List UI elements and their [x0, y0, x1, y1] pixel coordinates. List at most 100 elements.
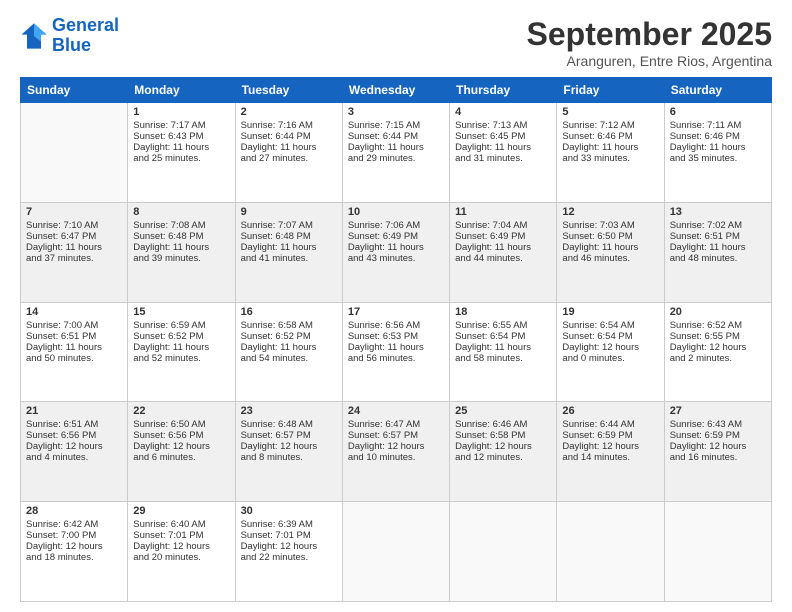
day-number-3-2: 23	[241, 405, 337, 417]
day-number-3-6: 27	[670, 405, 766, 417]
page: General Blue September 2025 Aranguren, E…	[0, 0, 792, 612]
cell-line-3-0-1: Sunset: 6:56 PM	[26, 430, 122, 441]
cell-line-3-0-0: Sunrise: 6:51 AM	[26, 419, 122, 430]
cell-line-0-2-0: Sunrise: 7:16 AM	[241, 120, 337, 131]
cell-line-4-2-0: Sunrise: 6:39 AM	[241, 519, 337, 530]
col-wednesday: Wednesday	[342, 78, 449, 103]
cell-line-0-6-2: Daylight: 11 hours	[670, 142, 766, 153]
cell-line-2-5-2: Daylight: 12 hours	[562, 342, 658, 353]
day-number-1-2: 9	[241, 206, 337, 218]
cell-line-1-3-0: Sunrise: 7:06 AM	[348, 220, 444, 231]
cell-line-2-5-1: Sunset: 6:54 PM	[562, 331, 658, 342]
cell-line-0-2-3: and 27 minutes.	[241, 153, 337, 164]
cell-line-0-1-0: Sunrise: 7:17 AM	[133, 120, 229, 131]
cell-line-0-3-3: and 29 minutes.	[348, 153, 444, 164]
cell-line-1-5-3: and 46 minutes.	[562, 253, 658, 264]
cell-0-1: 1Sunrise: 7:17 AMSunset: 6:43 PMDaylight…	[128, 103, 235, 203]
calendar-table: Sunday Monday Tuesday Wednesday Thursday…	[20, 77, 772, 602]
cell-line-1-5-2: Daylight: 11 hours	[562, 242, 658, 253]
cell-line-2-3-1: Sunset: 6:53 PM	[348, 331, 444, 342]
day-number-0-6: 6	[670, 106, 766, 118]
cell-line-1-0-2: Daylight: 11 hours	[26, 242, 122, 253]
day-number-4-2: 30	[241, 505, 337, 517]
header: General Blue September 2025 Aranguren, E…	[20, 16, 772, 69]
day-number-0-1: 1	[133, 106, 229, 118]
cell-line-2-3-0: Sunrise: 6:56 AM	[348, 320, 444, 331]
cell-line-0-2-2: Daylight: 11 hours	[241, 142, 337, 153]
cell-line-4-2-2: Daylight: 12 hours	[241, 541, 337, 552]
cell-line-2-6-1: Sunset: 6:55 PM	[670, 331, 766, 342]
day-number-0-2: 2	[241, 106, 337, 118]
cell-line-2-6-3: and 2 minutes.	[670, 353, 766, 364]
cell-line-3-6-3: and 16 minutes.	[670, 452, 766, 463]
cell-0-5: 5Sunrise: 7:12 AMSunset: 6:46 PMDaylight…	[557, 103, 664, 203]
cell-2-1: 15Sunrise: 6:59 AMSunset: 6:52 PMDayligh…	[128, 302, 235, 402]
cell-line-4-1-0: Sunrise: 6:40 AM	[133, 519, 229, 530]
cell-line-2-0-1: Sunset: 6:51 PM	[26, 331, 122, 342]
cell-4-5	[557, 502, 664, 602]
cell-3-5: 26Sunrise: 6:44 AMSunset: 6:59 PMDayligh…	[557, 402, 664, 502]
title-block: September 2025 Aranguren, Entre Rios, Ar…	[527, 16, 772, 69]
col-thursday: Thursday	[450, 78, 557, 103]
cell-line-3-2-1: Sunset: 6:57 PM	[241, 430, 337, 441]
cell-line-3-5-0: Sunrise: 6:44 AM	[562, 419, 658, 430]
cell-line-3-0-2: Daylight: 12 hours	[26, 441, 122, 452]
cell-line-1-0-0: Sunrise: 7:10 AM	[26, 220, 122, 231]
cell-4-3	[342, 502, 449, 602]
cell-line-1-6-3: and 48 minutes.	[670, 253, 766, 264]
cell-line-0-1-3: and 25 minutes.	[133, 153, 229, 164]
cell-line-3-1-1: Sunset: 6:56 PM	[133, 430, 229, 441]
cell-line-1-0-3: and 37 minutes.	[26, 253, 122, 264]
cell-line-3-1-2: Daylight: 12 hours	[133, 441, 229, 452]
week-row-0: 1Sunrise: 7:17 AMSunset: 6:43 PMDaylight…	[21, 103, 772, 203]
cell-3-4: 25Sunrise: 6:46 AMSunset: 6:58 PMDayligh…	[450, 402, 557, 502]
week-row-4: 28Sunrise: 6:42 AMSunset: 7:00 PMDayligh…	[21, 502, 772, 602]
cell-0-0	[21, 103, 128, 203]
cell-line-3-3-2: Daylight: 12 hours	[348, 441, 444, 452]
week-row-1: 7Sunrise: 7:10 AMSunset: 6:47 PMDaylight…	[21, 202, 772, 302]
cell-1-3: 10Sunrise: 7:06 AMSunset: 6:49 PMDayligh…	[342, 202, 449, 302]
cell-line-3-6-0: Sunrise: 6:43 AM	[670, 419, 766, 430]
cell-line-3-4-0: Sunrise: 6:46 AM	[455, 419, 551, 430]
cell-line-4-0-2: Daylight: 12 hours	[26, 541, 122, 552]
cell-line-2-1-0: Sunrise: 6:59 AM	[133, 320, 229, 331]
col-sunday: Sunday	[21, 78, 128, 103]
cell-line-4-0-3: and 18 minutes.	[26, 552, 122, 563]
cell-line-3-6-2: Daylight: 12 hours	[670, 441, 766, 452]
cell-line-2-6-0: Sunrise: 6:52 AM	[670, 320, 766, 331]
cell-line-1-5-0: Sunrise: 7:03 AM	[562, 220, 658, 231]
cell-0-2: 2 Sunrise: 7:16 AMSunset: 6:44 PMDaylight…	[235, 103, 342, 203]
cell-line-0-5-0: Sunrise: 7:12 AM	[562, 120, 658, 131]
cell-2-2: 16Sunrise: 6:58 AMSunset: 6:52 PMDayligh…	[235, 302, 342, 402]
cell-2-6: 20 Sunrise: 6:52 AMSunset: 6:55 PMDayligh…	[664, 302, 771, 402]
cell-0-6: 6Sunrise: 7:11 AMSunset: 6:46 PMDaylight…	[664, 103, 771, 203]
main-title: September 2025	[527, 16, 772, 53]
day-number-1-3: 10	[348, 206, 444, 218]
cell-line-2-2-2: Daylight: 11 hours	[241, 342, 337, 353]
cell-line-1-2-2: Daylight: 11 hours	[241, 242, 337, 253]
cell-line-3-4-2: Daylight: 12 hours	[455, 441, 551, 452]
cell-line-2-6-2: Daylight: 12 hours	[670, 342, 766, 353]
day-number-3-0: 21	[26, 405, 122, 417]
cell-line-2-4-1: Sunset: 6:54 PM	[455, 331, 551, 342]
day-number-2-6: 20	[670, 306, 766, 318]
cell-line-2-3-2: Daylight: 11 hours	[348, 342, 444, 353]
cell-line-3-2-2: Daylight: 12 hours	[241, 441, 337, 452]
cell-3-6: 27Sunrise: 6:43 AMSunset: 6:59 PMDayligh…	[664, 402, 771, 502]
cell-line-1-2-0: Sunrise: 7:07 AM	[241, 220, 337, 231]
cell-line-3-3-0: Sunrise: 6:47 AM	[348, 419, 444, 430]
logo-line2: Blue	[52, 35, 91, 55]
cell-line-3-1-0: Sunrise: 6:50 AM	[133, 419, 229, 430]
cell-line-2-1-2: Daylight: 11 hours	[133, 342, 229, 353]
cell-line-2-2-3: and 54 minutes.	[241, 353, 337, 364]
cell-2-0: 14Sunrise: 7:00 AMSunset: 6:51 PMDayligh…	[21, 302, 128, 402]
cell-2-5: 19Sunrise: 6:54 AMSunset: 6:54 PMDayligh…	[557, 302, 664, 402]
cell-line-2-0-0: Sunrise: 7:00 AM	[26, 320, 122, 331]
cell-line-0-2-1: Sunset: 6:44 PM	[241, 131, 337, 142]
cell-line-1-2-1: Sunset: 6:48 PM	[241, 231, 337, 242]
cell-4-1: 29Sunrise: 6:40 AMSunset: 7:01 PMDayligh…	[128, 502, 235, 602]
cell-1-0: 7Sunrise: 7:10 AMSunset: 6:47 PMDaylight…	[21, 202, 128, 302]
cell-line-3-4-1: Sunset: 6:58 PM	[455, 430, 551, 441]
day-number-2-0: 14	[26, 306, 122, 318]
cell-line-2-1-3: and 52 minutes.	[133, 353, 229, 364]
